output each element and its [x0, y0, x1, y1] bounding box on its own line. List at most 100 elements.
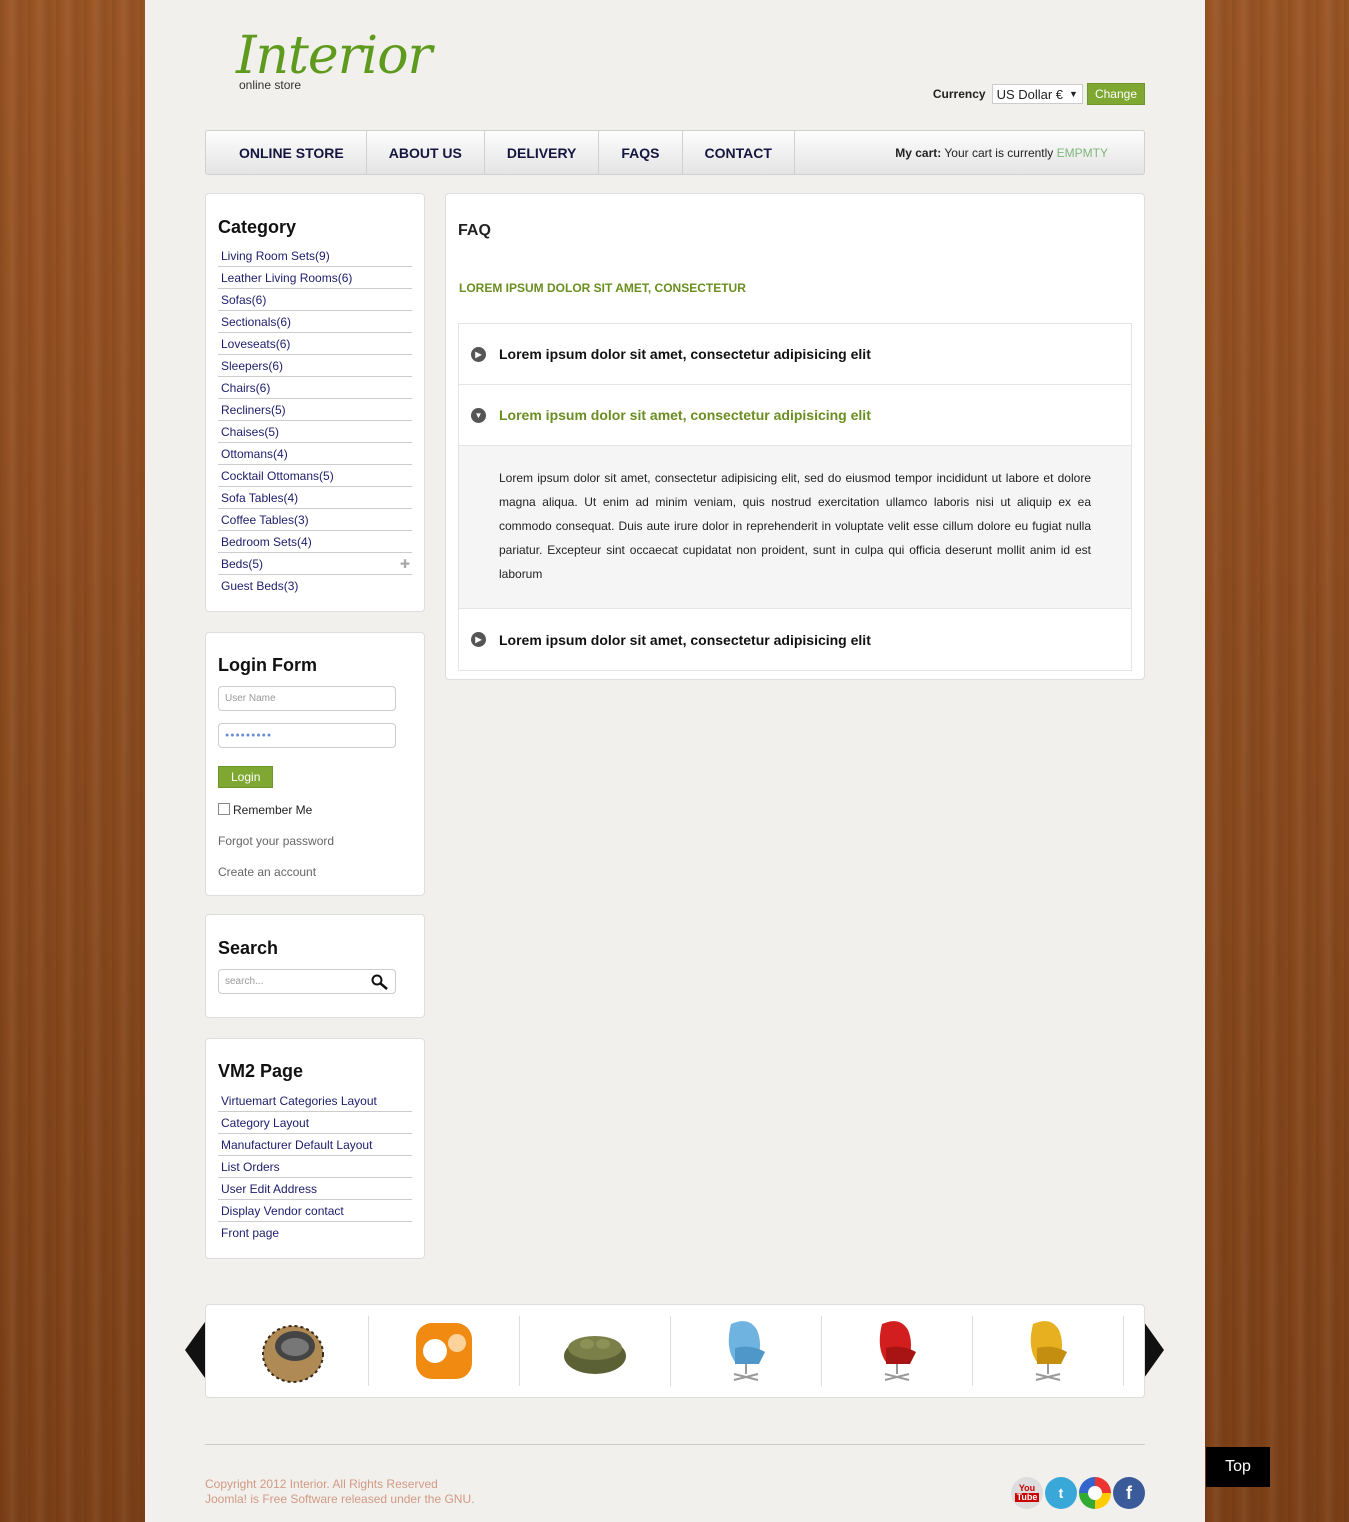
faq-question-text: Lorem ipsum dolor sit amet, consectetur … [499, 407, 871, 423]
category-title: Category [218, 217, 297, 237]
category-item[interactable]: Recliners(5) [218, 399, 412, 421]
category-item[interactable]: Loveseats(6) [218, 333, 412, 355]
login-button[interactable]: Login [218, 766, 274, 788]
chevron-right-icon: ▶ [471, 632, 486, 647]
create-account-link[interactable]: Create an account [218, 865, 316, 879]
main-nav: ONLINE STORE ABOUT US DELIVERY FAQS CONT… [205, 130, 1145, 175]
currency-label: Currency [932, 87, 986, 101]
search-placeholder: search... [225, 976, 264, 987]
category-item[interactable]: Cocktail Ottomans(5) [218, 465, 412, 487]
category-item[interactable]: Sofas(6) [218, 289, 412, 311]
faq-question-text: Lorem ipsum dolor sit amet, consectetur … [499, 346, 871, 362]
carousel-item[interactable] [369, 1316, 520, 1386]
carousel-item[interactable] [671, 1316, 822, 1386]
carousel-item[interactable] [218, 1316, 369, 1386]
blue-egg-chair-image [728, 1321, 765, 1381]
remember-me-label: Remember Me [233, 803, 313, 817]
vm2-title: VM2 Page [218, 1061, 304, 1081]
currency-dropdown[interactable]: US Dollar € ▼ [991, 84, 1083, 104]
forgot-password-link[interactable]: Forgot your password [218, 834, 334, 848]
chevron-down-icon: ▼ [1069, 89, 1078, 99]
faq-question-1[interactable]: ▶ Lorem ipsum dolor sit amet, consectetu… [459, 324, 1131, 385]
nav-item-online-store[interactable]: ONLINE STORE [206, 131, 367, 174]
carousel-item[interactable] [520, 1316, 671, 1386]
vm2-link[interactable]: Front page [218, 1222, 412, 1244]
search-title: Search [218, 938, 279, 958]
category-item[interactable]: Sleepers(6) [218, 355, 412, 377]
password-input[interactable]: ●●●●●●●●● [218, 723, 396, 748]
category-item[interactable]: Chaises(5) [218, 421, 412, 443]
copyright-text: Copyright 2012 Interior. All Rights Rese… [205, 1477, 438, 1491]
chevron-right-icon: ▶ [471, 346, 486, 362]
site-logo[interactable]: Interior online store [236, 26, 432, 92]
round-chair-image [262, 1325, 324, 1383]
chevron-down-icon: ▼ [471, 407, 486, 423]
carousel-item[interactable] [973, 1316, 1124, 1386]
cart-empty-link[interactable]: EMPMTY [1057, 146, 1108, 160]
faq-title: FAQ [458, 222, 491, 239]
twitter-icon[interactable]: t [1045, 1477, 1077, 1509]
currency-selected: US Dollar € [996, 86, 1064, 102]
search-panel: Search search... [205, 914, 425, 1018]
nav-item-delivery[interactable]: DELIVERY [485, 131, 600, 174]
cart-label: My cart: [895, 145, 942, 160]
login-panel: Login Form User Name ●●●●●●●●● Login Rem… [205, 632, 425, 896]
category-item[interactable]: Coffee Tables(3) [218, 509, 412, 531]
nav-item-about-us[interactable]: ABOUT US [367, 131, 485, 174]
vm2-link[interactable]: Virtuemart Categories Layout [218, 1090, 412, 1112]
vm2-link[interactable]: Display Vendor contact [218, 1200, 412, 1222]
faq-accordion: ▶ Lorem ipsum dolor sit amet, consectetu… [458, 323, 1132, 671]
currency-change-button[interactable]: Change [1086, 83, 1145, 105]
category-item[interactable]: Ottomans(4) [218, 443, 412, 465]
category-item-beds[interactable]: Beds(5) ✚ [218, 553, 412, 575]
faq-panel: FAQ LOREM IPSUM DOLOR SIT AMET, CONSECTE… [445, 193, 1145, 680]
nav-item-faqs[interactable]: FAQS [599, 131, 683, 174]
facebook-icon[interactable]: f [1113, 1477, 1145, 1509]
search-icon[interactable] [371, 974, 389, 990]
social-links: You Tube t f [1011, 1477, 1145, 1509]
vm2-link[interactable]: Category Layout [218, 1112, 412, 1134]
category-panel: Category Living Room Sets(9) Leather Liv… [205, 193, 425, 612]
username-input[interactable]: User Name [218, 686, 396, 711]
joomla-text: Joomla! is Free Software released under … [205, 1492, 475, 1506]
google-icon[interactable] [1079, 1477, 1111, 1509]
yellow-egg-chair-image [1030, 1321, 1067, 1381]
category-item[interactable]: Living Room Sets(9) [218, 245, 412, 267]
product-carousel [205, 1304, 1145, 1398]
red-egg-chair-image [879, 1321, 916, 1381]
faq-question-3[interactable]: ▶ Lorem ipsum dolor sit amet, consectetu… [459, 609, 1131, 670]
category-item[interactable]: Bedroom Sets(4) [218, 531, 412, 553]
cart-text: Your cart is currently [944, 145, 1054, 160]
scroll-top-button[interactable]: Top [1206, 1447, 1270, 1487]
expand-plus-icon[interactable]: ✚ [400, 557, 410, 571]
category-item[interactable]: Leather Living Rooms(6) [218, 267, 412, 289]
vm2-link[interactable]: Manufacturer Default Layout [218, 1134, 412, 1156]
currency-selector: Currency US Dollar € ▼ Change [933, 83, 1145, 105]
carousel-item[interactable] [822, 1316, 973, 1386]
search-input[interactable]: search... [218, 969, 396, 994]
category-item[interactable]: Sectionals(6) [218, 311, 412, 333]
footer-copyright: Copyright 2012 Interior. All Rights Rese… [205, 1477, 474, 1507]
category-item-label: Beds(5) [221, 557, 264, 571]
faq-subtitle: LOREM IPSUM DOLOR SIT AMET, CONSECTETUR [459, 281, 746, 295]
login-title: Login Form [218, 655, 317, 675]
category-list: Living Room Sets(9) Leather Living Rooms… [218, 245, 412, 597]
youtube-icon[interactable]: You Tube [1011, 1477, 1043, 1509]
remember-me-checkbox[interactable] [218, 803, 230, 815]
orange-cube-chair-image [416, 1323, 472, 1379]
carousel-next-arrow[interactable] [1144, 1322, 1164, 1378]
logo-title: Interior [236, 26, 432, 86]
category-item[interactable]: Chairs(6) [218, 377, 412, 399]
vm2-link[interactable]: List Orders [218, 1156, 412, 1178]
footer-divider [205, 1444, 1145, 1445]
category-item[interactable]: Sofa Tables(4) [218, 487, 412, 509]
vm2-panel: VM2 Page Virtuemart Categories Layout Ca… [205, 1038, 425, 1259]
faq-question-text: Lorem ipsum dolor sit amet, consectetur … [499, 631, 871, 648]
vm2-link-list: Virtuemart Categories Layout Category La… [218, 1090, 412, 1244]
green-round-sofa-image [564, 1336, 626, 1374]
carousel-prev-arrow[interactable] [185, 1322, 205, 1378]
faq-question-2[interactable]: ▼ Lorem ipsum dolor sit amet, consectetu… [459, 385, 1131, 446]
nav-item-contact[interactable]: CONTACT [683, 131, 795, 174]
vm2-link[interactable]: User Edit Address [218, 1178, 412, 1200]
category-item[interactable]: Guest Beds(3) [218, 575, 412, 597]
